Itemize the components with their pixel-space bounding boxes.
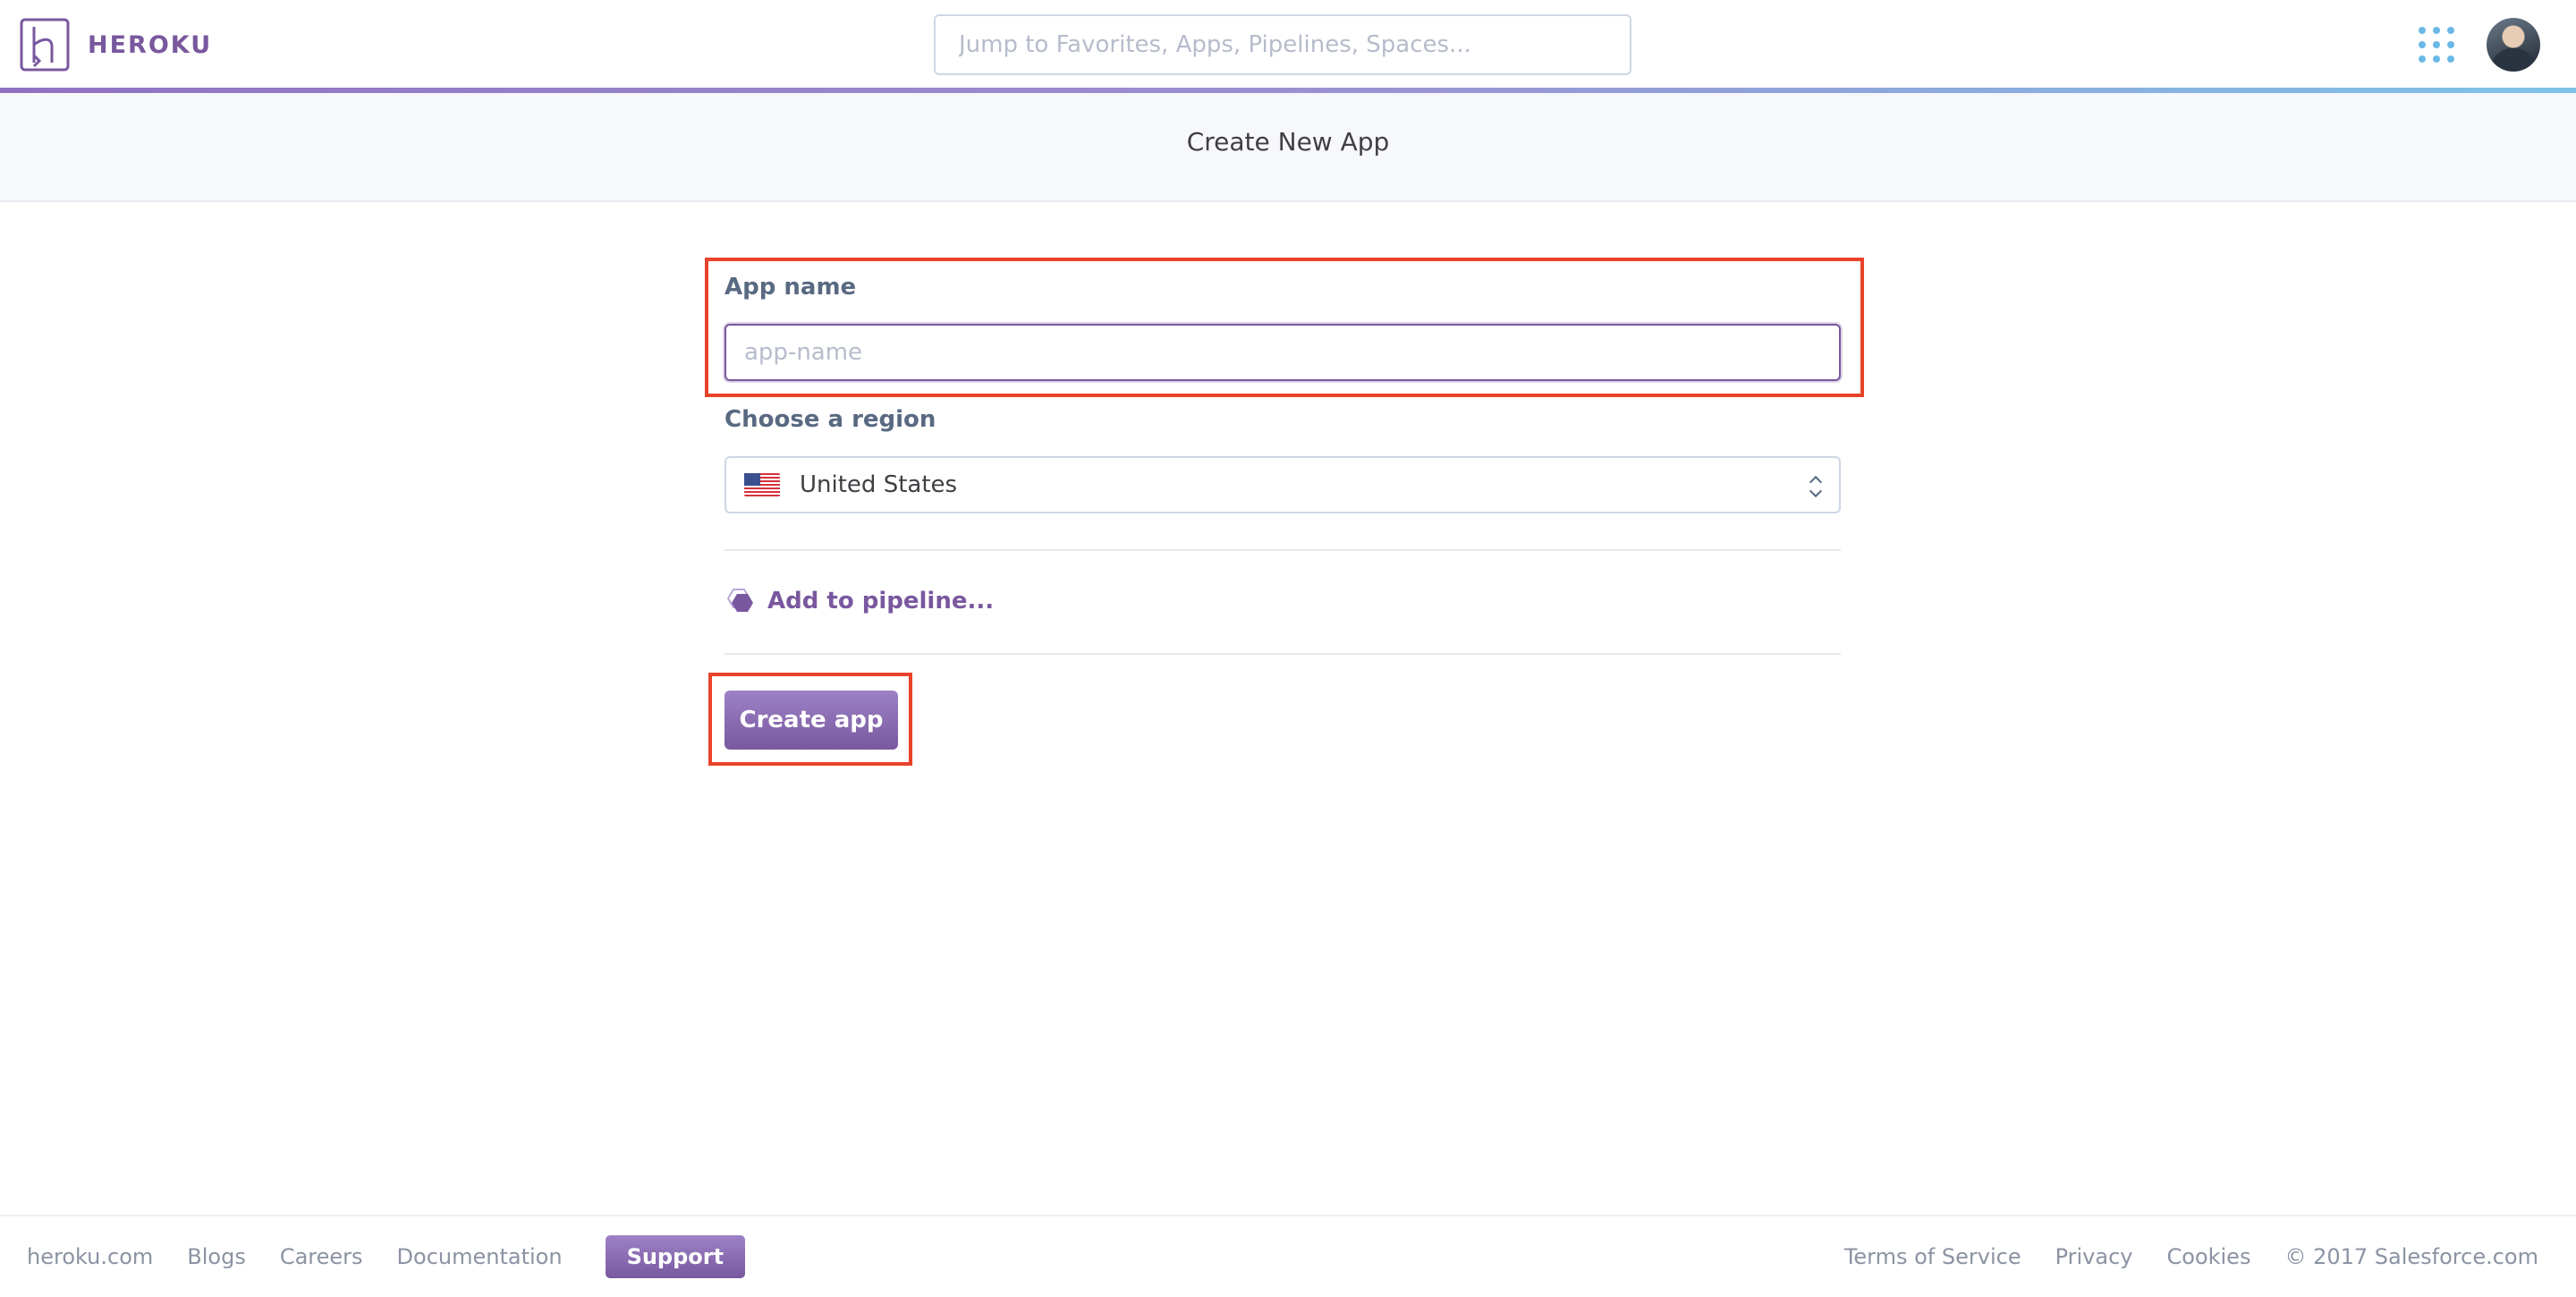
footer-link-careers[interactable]: Careers	[280, 1244, 363, 1269]
grid-dot	[2433, 27, 2440, 34]
region-select[interactable]: United States	[724, 456, 1841, 513]
footer-link-cookies[interactable]: Cookies	[2166, 1244, 2250, 1269]
app-name-label: App name	[724, 274, 857, 301]
copyright: © 2017 Salesforce.com	[2284, 1244, 2538, 1269]
us-flag-icon	[744, 473, 780, 496]
grid-dot	[2447, 41, 2454, 48]
support-button[interactable]: Support	[605, 1235, 746, 1278]
grid-dot	[2433, 55, 2440, 63]
grid-dot	[2447, 55, 2454, 63]
footer-link-privacy[interactable]: Privacy	[2055, 1244, 2133, 1269]
pipeline-icon	[726, 589, 753, 612]
grid-dot	[2419, 55, 2426, 63]
app-name-input[interactable]	[724, 324, 1841, 381]
footer: heroku.com Blogs Careers Documentation S…	[0, 1215, 2576, 1297]
grid-dot	[2419, 41, 2426, 48]
footer-link-terms[interactable]: Terms of Service	[1844, 1244, 2021, 1269]
brand-name: HEROKU	[88, 30, 213, 59]
chevron-updown-icon	[1809, 474, 1823, 499]
avatar[interactable]	[2487, 18, 2540, 72]
footer-link-heroku[interactable]: heroku.com	[27, 1244, 153, 1269]
search-input[interactable]	[934, 14, 1631, 75]
footer-link-documentation[interactable]: Documentation	[397, 1244, 563, 1269]
footer-link-blogs[interactable]: Blogs	[187, 1244, 246, 1269]
add-to-pipeline-link[interactable]: Add to pipeline...	[724, 583, 994, 619]
footer-right-links: Terms of Service Privacy Cookies © 2017 …	[1810, 1216, 2538, 1297]
footer-left-links: heroku.com Blogs Careers Documentation S…	[27, 1216, 746, 1297]
grid-dot	[2419, 27, 2426, 34]
create-app-button[interactable]: Create app	[724, 691, 898, 750]
subheader: Create New App	[0, 93, 2576, 202]
heroku-logo-icon	[20, 18, 70, 72]
grid-dot	[2447, 27, 2454, 34]
top-header: HEROKU	[0, 0, 2576, 89]
add-to-pipeline-label: Add to pipeline...	[767, 588, 995, 615]
apps-grid-icon[interactable]	[2419, 27, 2454, 63]
divider	[724, 653, 1841, 655]
divider	[724, 549, 1841, 551]
page-title: Create New App	[1186, 126, 1390, 157]
region-label: Choose a region	[724, 406, 936, 433]
grid-dot	[2433, 41, 2440, 48]
heroku-logo[interactable]: HEROKU	[20, 18, 212, 72]
region-value: United States	[800, 471, 958, 498]
